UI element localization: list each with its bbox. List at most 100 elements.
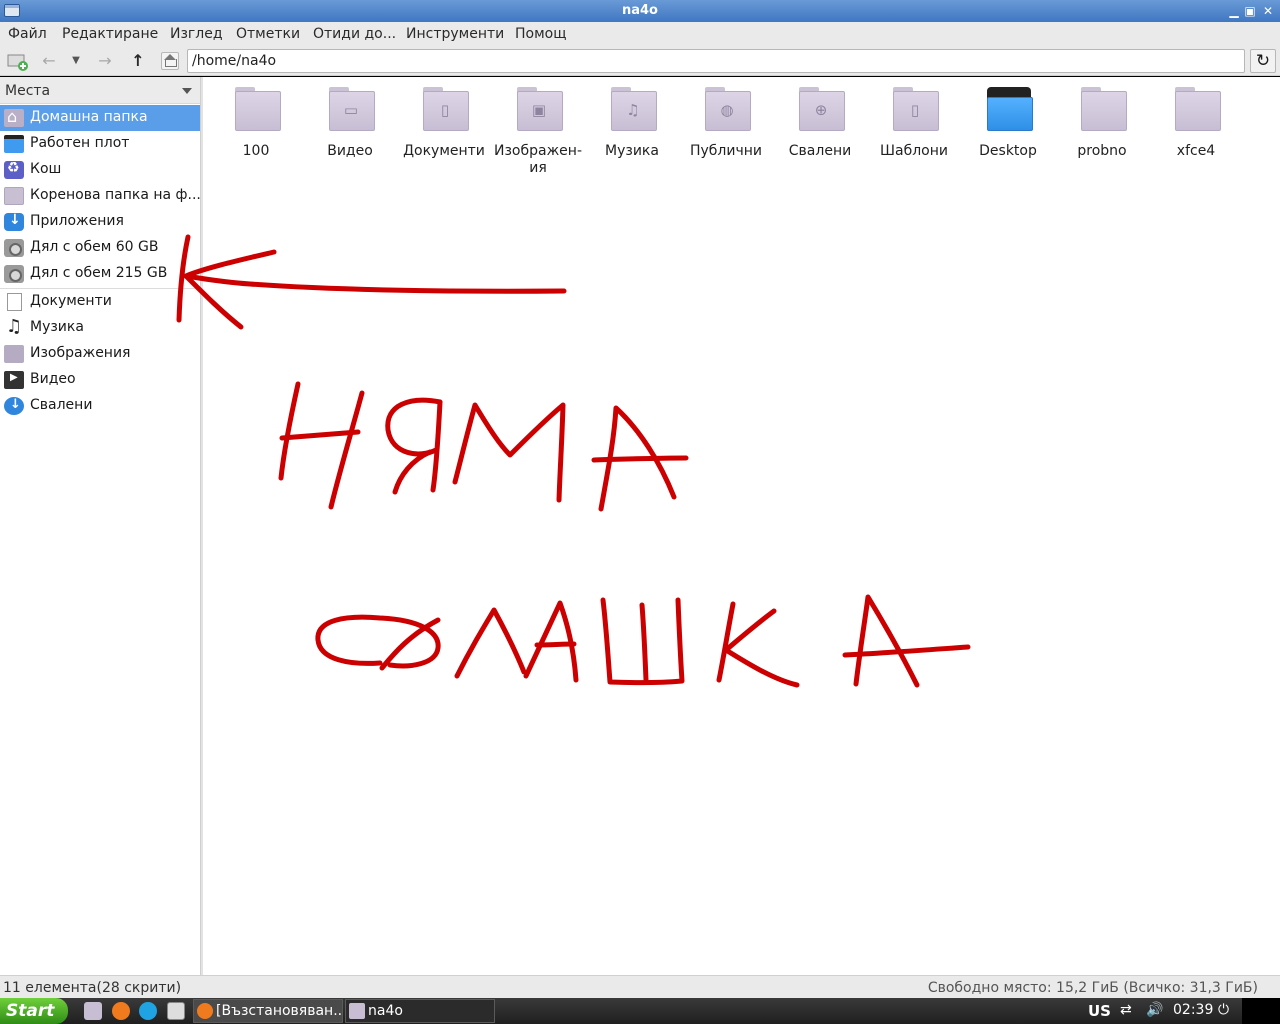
file-view[interactable]: 100 ▭ Видео ▯ Документи ▣ Изображен-ия ♫… xyxy=(203,77,1280,975)
arrow-right-icon: → xyxy=(98,51,112,70)
music-icon xyxy=(4,316,24,337)
minimize-button[interactable]: ▁ xyxy=(1226,3,1242,19)
disk-icon xyxy=(4,239,24,257)
firefox-launcher-icon[interactable] xyxy=(112,1002,130,1020)
file-name: xfce4 xyxy=(1176,143,1216,159)
skype-launcher-icon[interactable] xyxy=(139,1002,157,1020)
folder-icon xyxy=(1081,87,1127,131)
new-tab-button[interactable] xyxy=(6,50,28,72)
clock[interactable]: 02:39 xyxy=(1173,1002,1213,1018)
home-folder-icon xyxy=(4,107,24,127)
taskbar-task-firefox[interactable]: [Възстановяван... xyxy=(193,999,343,1023)
sidebar-item-desktop[interactable]: Работен плот xyxy=(0,131,200,157)
free-space: Свободно място: 15,2 ГиБ (Всичко: 31,3 Г… xyxy=(927,980,1258,996)
file-name: Музика xyxy=(605,143,659,159)
sidebar-item-video[interactable]: Видео xyxy=(0,367,200,393)
chevron-down-icon xyxy=(182,88,192,94)
sidebar-item-trash[interactable]: Кош xyxy=(0,157,200,183)
sidebar-item-label: Кош xyxy=(30,161,62,177)
taskbar: Start [Възстановяван... na4o US ⇄ 🔊 02:3… xyxy=(0,998,1280,1024)
menu-bar: Файл Редактиране Изглед Отметки Отиди до… xyxy=(0,22,1280,46)
chevron-down-icon: ▼ xyxy=(72,55,80,66)
item-count: 11 елемента(28 скрити) xyxy=(3,980,182,996)
file-name: Desktop xyxy=(979,143,1037,159)
desktop-icon xyxy=(4,135,24,153)
menu-help[interactable]: Помощ xyxy=(515,26,566,42)
tray-area xyxy=(1242,998,1280,1024)
file-name: 100 xyxy=(242,143,270,159)
sidebar-item-documents[interactable]: Документи xyxy=(0,289,200,315)
reload-button[interactable]: ↻ xyxy=(1250,49,1276,73)
sidebar-pane-selector[interactable]: Места xyxy=(0,77,200,104)
applications-icon xyxy=(4,212,24,231)
menu-edit[interactable]: Редактиране xyxy=(62,26,158,42)
keyboard-layout[interactable]: US xyxy=(1088,1002,1111,1020)
menu-go[interactable]: Отиди до... xyxy=(313,26,396,42)
sidebar-item-downloads[interactable]: Свалени xyxy=(0,393,200,419)
disk-icon xyxy=(4,265,24,283)
sidebar-item-music[interactable]: Музика xyxy=(0,315,200,341)
pictures-icon xyxy=(4,345,24,363)
history-dropdown[interactable]: ▼ xyxy=(68,50,84,72)
file-name: Публични xyxy=(689,143,763,159)
sidebar-item-label: Видео xyxy=(30,371,76,387)
file-name: Шаблони xyxy=(880,143,948,159)
maximize-button[interactable]: ▣ xyxy=(1242,3,1258,19)
document-icon xyxy=(7,293,22,311)
task-label: na4o xyxy=(368,1003,403,1019)
arrow-up-icon: ↑ xyxy=(131,51,145,70)
sidebar-header: Места xyxy=(5,83,51,99)
menu-bookmarks[interactable]: Отметки xyxy=(236,26,300,42)
window-title: na4o xyxy=(621,3,658,18)
back-button[interactable]: ← xyxy=(38,50,60,72)
sidebar-item-volume-60gb[interactable]: Дял с обем 60 GB xyxy=(0,235,200,261)
taskbar-task-na4o[interactable]: na4o xyxy=(345,999,495,1023)
show-desktop-icon[interactable] xyxy=(167,1002,185,1020)
network-icon[interactable]: ⇄ xyxy=(1120,1002,1132,1018)
sidebar-item-label: Дял с обем 215 GB xyxy=(30,265,168,281)
firefox-icon xyxy=(197,1003,213,1019)
sidebar-item-label: Документи xyxy=(30,293,112,309)
sidebar-item-label: Коренова папка на ф... xyxy=(30,187,201,203)
video-icon xyxy=(4,371,24,389)
sidebar-places: Места Домашна папка Работен плот Кош Кор… xyxy=(0,77,201,975)
file-manager-launcher-icon[interactable] xyxy=(84,1002,102,1020)
menu-tools[interactable]: Инструменти xyxy=(406,26,504,42)
sidebar-item-label: Домашна папка xyxy=(30,109,148,125)
trash-icon xyxy=(4,160,24,179)
task-label: [Възстановяван... xyxy=(216,1003,343,1019)
sidebar-item-label: Приложения xyxy=(30,213,124,229)
title-bar: na4o ▁ ▣ ✕ xyxy=(0,0,1280,22)
new-tab-icon xyxy=(7,54,28,71)
file-name: probno xyxy=(1077,143,1127,159)
forward-button[interactable]: → xyxy=(94,50,116,72)
reload-icon: ↻ xyxy=(1255,51,1271,71)
sidebar-item-volume-215gb[interactable]: Дял с обем 215 GB xyxy=(0,261,200,287)
up-button[interactable]: ↑ xyxy=(127,50,149,72)
downloads-icon xyxy=(4,397,24,415)
desktop-folder-icon xyxy=(987,87,1033,131)
sidebar-item-home[interactable]: Домашна папка xyxy=(0,105,200,131)
file-name: Изображен-ия xyxy=(493,143,582,176)
home-button[interactable] xyxy=(161,52,179,70)
close-button[interactable]: ✕ xyxy=(1260,3,1276,19)
menu-file[interactable]: Файл xyxy=(8,26,47,42)
logout-icon[interactable]: ⏻ xyxy=(1218,1002,1229,1018)
file-name: Видео xyxy=(327,143,373,159)
sidebar-item-applications[interactable]: Приложения xyxy=(0,209,200,235)
sidebar-item-filesystem-root[interactable]: Коренова папка на ф... xyxy=(0,183,201,209)
arrow-left-icon: ← xyxy=(42,51,56,70)
location-bar[interactable]: /home/na4o xyxy=(187,49,1245,73)
sidebar-item-label: Изображения xyxy=(30,345,131,361)
volume-icon[interactable]: 🔊 xyxy=(1146,1002,1163,1018)
sidebar-item-pictures[interactable]: Изображения xyxy=(0,341,200,367)
start-button[interactable]: Start xyxy=(0,998,68,1024)
menu-view[interactable]: Изглед xyxy=(170,26,223,42)
folder-icon xyxy=(349,1003,365,1019)
sidebar-item-label: Работен плот xyxy=(30,135,130,151)
sidebar-item-label: Музика xyxy=(30,319,84,335)
file-name: Свалени xyxy=(788,143,852,159)
sidebar-item-label: Свалени xyxy=(30,397,93,413)
sidebar-item-label: Дял с обем 60 GB xyxy=(30,239,159,255)
toolbar: ← ▼ → ↑ /home/na4o ↻ xyxy=(0,46,1280,76)
